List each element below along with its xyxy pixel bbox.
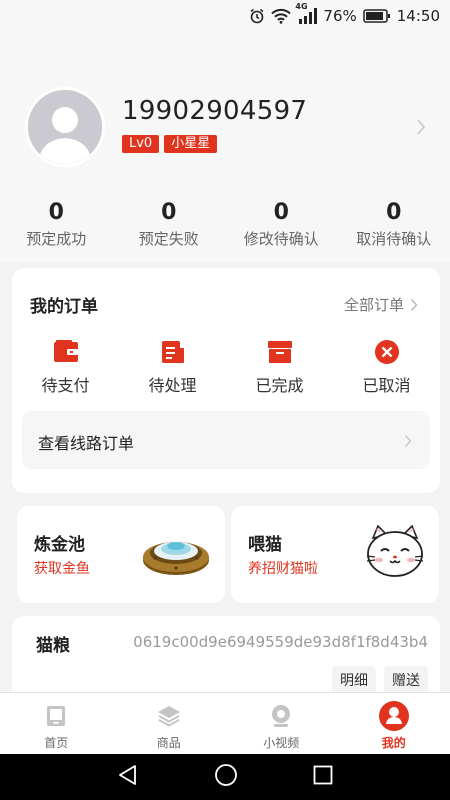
- layers-icon: [154, 701, 184, 731]
- video-icon: [266, 701, 296, 731]
- cat-food-actions: 明细 赠送: [332, 666, 428, 694]
- stat-value: 0: [386, 200, 402, 225]
- level-badge: Lv0: [122, 135, 160, 153]
- cat-food-label: 猫粮: [36, 636, 70, 656]
- order-status-processing[interactable]: 待处理: [119, 338, 226, 396]
- chevron-right-icon: [410, 298, 418, 311]
- tab-label: 小视频: [263, 736, 300, 750]
- my-orders-card: 我的订单 全部订单 待支付 待处理 已完成 已取消 查看线路订单: [12, 268, 440, 493]
- stat-booking-failed[interactable]: 0 预定失败: [113, 200, 226, 249]
- order-status-label: 已完成: [255, 376, 304, 395]
- order-status-label: 待处理: [148, 376, 197, 395]
- alchemy-pool-card[interactable]: 炼金池 获取金鱼: [17, 506, 225, 603]
- signal-icon: 4G: [295, 2, 319, 24]
- tab-label: 商品: [156, 736, 181, 750]
- recents-icon[interactable]: [313, 765, 333, 789]
- wifi-icon: [271, 8, 292, 24]
- feed-cat-subtitle: 养招财猫啦: [248, 561, 318, 577]
- route-orders-row[interactable]: 查看线路订单: [22, 411, 430, 469]
- home-circle-icon[interactable]: [214, 763, 238, 791]
- chevron-right-icon: [404, 433, 412, 452]
- feed-cat-title: 喂猫: [248, 535, 282, 555]
- user-icon: [378, 701, 409, 731]
- home-icon: [41, 701, 71, 731]
- bottom-tab-bar: 首页 商品 小视频 我的: [0, 692, 450, 754]
- tab-label: 我的: [381, 736, 406, 750]
- title-badge: 小星星: [164, 135, 218, 153]
- order-status-row: 待支付 待处理 已完成 已取消: [12, 338, 440, 396]
- stat-value: 0: [161, 200, 177, 225]
- stat-cancel-pending[interactable]: 0 取消待确认: [338, 200, 450, 249]
- profile-header[interactable]: 19902904597 Lv0 小星星 0 预定成功 0 预定失败 0 修改待确…: [0, 32, 450, 262]
- order-status-cancelled[interactable]: 已取消: [333, 338, 440, 396]
- status-bar: 4G 76% 14:50: [0, 0, 450, 32]
- stat-label: 预定失败: [138, 230, 199, 248]
- order-status-completed[interactable]: 已完成: [226, 338, 333, 396]
- stat-booking-success[interactable]: 0 预定成功: [0, 200, 113, 249]
- network-type: 4G: [295, 2, 308, 11]
- stats-row: 0 预定成功 0 预定失败 0 修改待确认 0 取消待确认: [0, 200, 450, 249]
- all-orders-link[interactable]: 全部订单: [344, 294, 418, 315]
- all-orders-label: 全部订单: [343, 296, 404, 314]
- document-icon: [158, 338, 188, 366]
- clock: 14:50: [396, 7, 440, 25]
- orders-title: 我的订单: [30, 297, 98, 317]
- route-orders-label: 查看线路订单: [38, 434, 135, 453]
- tab-label: 首页: [44, 736, 69, 750]
- system-nav-bar: [0, 754, 450, 800]
- stat-value: 0: [48, 200, 64, 225]
- battery-icon: [363, 8, 391, 24]
- alchemy-subtitle: 获取金鱼: [34, 561, 90, 577]
- details-button[interactable]: 明细: [332, 666, 376, 694]
- gift-button[interactable]: 赠送: [384, 666, 428, 694]
- stat-value: 0: [273, 200, 289, 225]
- alchemy-title: 炼金池: [34, 535, 85, 555]
- stat-modify-pending[interactable]: 0 修改待确认: [225, 200, 338, 249]
- order-status-label: 已取消: [362, 376, 411, 395]
- order-status-label: 待支付: [41, 376, 90, 395]
- alarm-icon: [249, 8, 265, 24]
- cat-food-value: 0619c00d9e6949559de93d8f1f8d43b4: [133, 633, 428, 651]
- wallet-icon: [51, 338, 81, 366]
- pool-icon: [141, 524, 211, 584]
- user-badges: Lv0 小星星: [122, 135, 218, 153]
- stat-label: 预定成功: [26, 230, 87, 248]
- stat-label: 修改待确认: [243, 230, 319, 248]
- order-status-pending-payment[interactable]: 待支付: [12, 338, 119, 396]
- feed-cat-card[interactable]: 喂猫 养招财猫啦: [231, 506, 439, 603]
- box-icon: [265, 338, 295, 366]
- battery-percent: 76%: [323, 7, 357, 25]
- tab-products[interactable]: 商品: [113, 693, 226, 754]
- chevron-right-icon[interactable]: [416, 118, 426, 140]
- user-phone: 19902904597: [122, 96, 308, 126]
- lucky-cat-icon: [365, 524, 425, 586]
- avatar[interactable]: [25, 87, 105, 167]
- tab-short-video[interactable]: 小视频: [225, 693, 338, 754]
- default-avatar-icon: [28, 90, 102, 164]
- cancel-icon: [372, 338, 402, 366]
- stat-label: 取消待确认: [356, 230, 432, 248]
- back-icon[interactable]: [117, 764, 139, 790]
- tab-mine[interactable]: 我的: [338, 693, 450, 754]
- tab-home[interactable]: 首页: [0, 693, 113, 754]
